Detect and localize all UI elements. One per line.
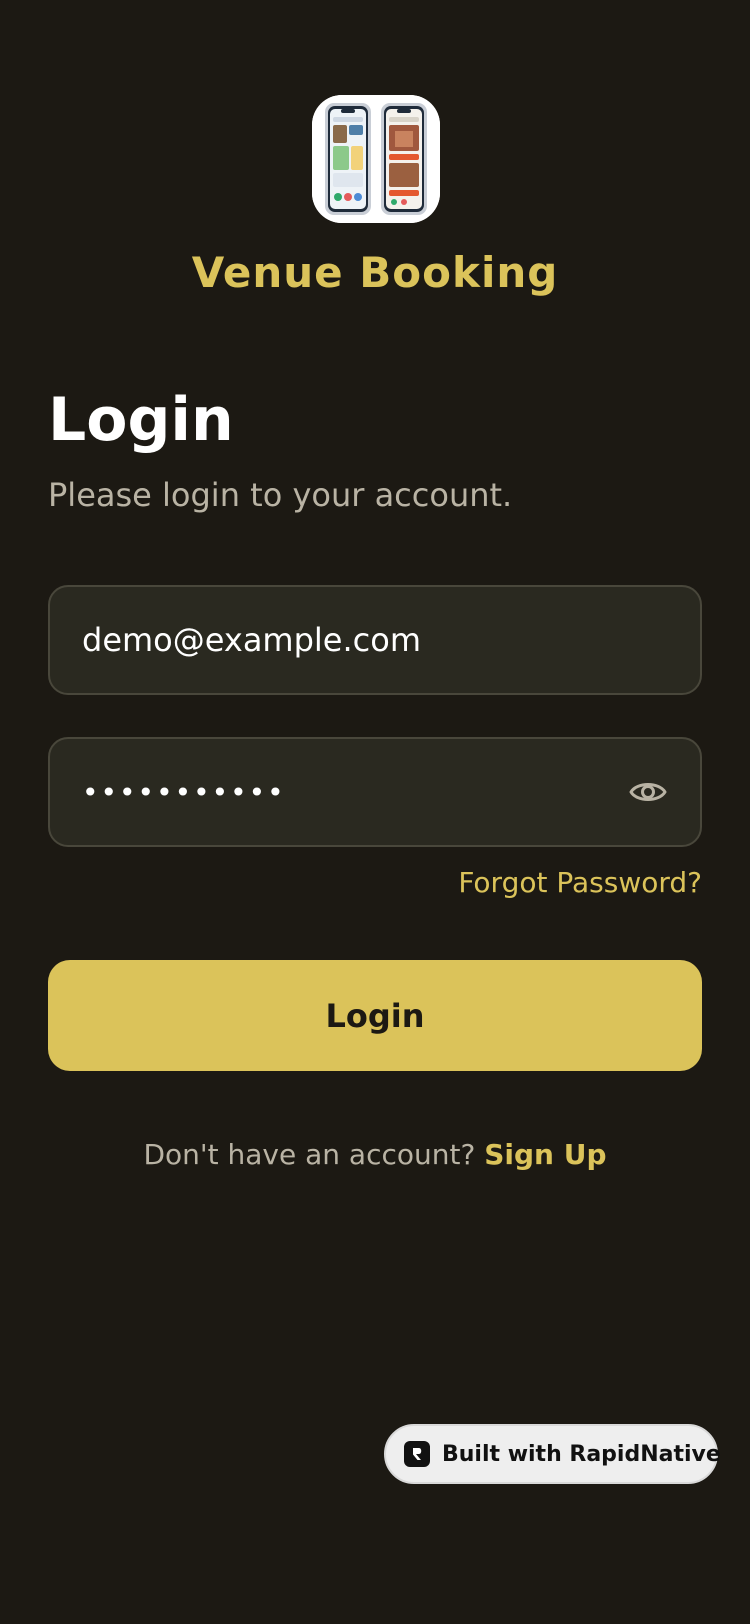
page-title: Login (48, 385, 234, 455)
email-field-container (48, 585, 702, 695)
password-field[interactable] (82, 739, 602, 845)
password-field-container (48, 737, 702, 847)
badge-label: Built with RapidNative (442, 1441, 721, 1467)
forgot-password-link[interactable]: Forgot Password? (458, 866, 702, 899)
signup-link[interactable]: Sign Up (484, 1138, 606, 1171)
eye-icon (629, 783, 667, 801)
email-field[interactable] (82, 587, 602, 693)
app-logo (312, 95, 440, 223)
built-with-badge[interactable]: Built with RapidNative (384, 1424, 721, 1484)
phones-logo-icon (312, 95, 440, 223)
page-subtitle: Please login to your account. (48, 476, 513, 514)
rapidnative-logo-icon (404, 1441, 430, 1467)
signup-prompt-line: Don't have an account? Sign Up (0, 1138, 750, 1171)
show-password-button[interactable] (628, 772, 668, 812)
signup-prompt-text: Don't have an account? (143, 1138, 476, 1171)
login-button[interactable]: Login (48, 960, 702, 1071)
app-name: Venue Booking (191, 248, 559, 297)
